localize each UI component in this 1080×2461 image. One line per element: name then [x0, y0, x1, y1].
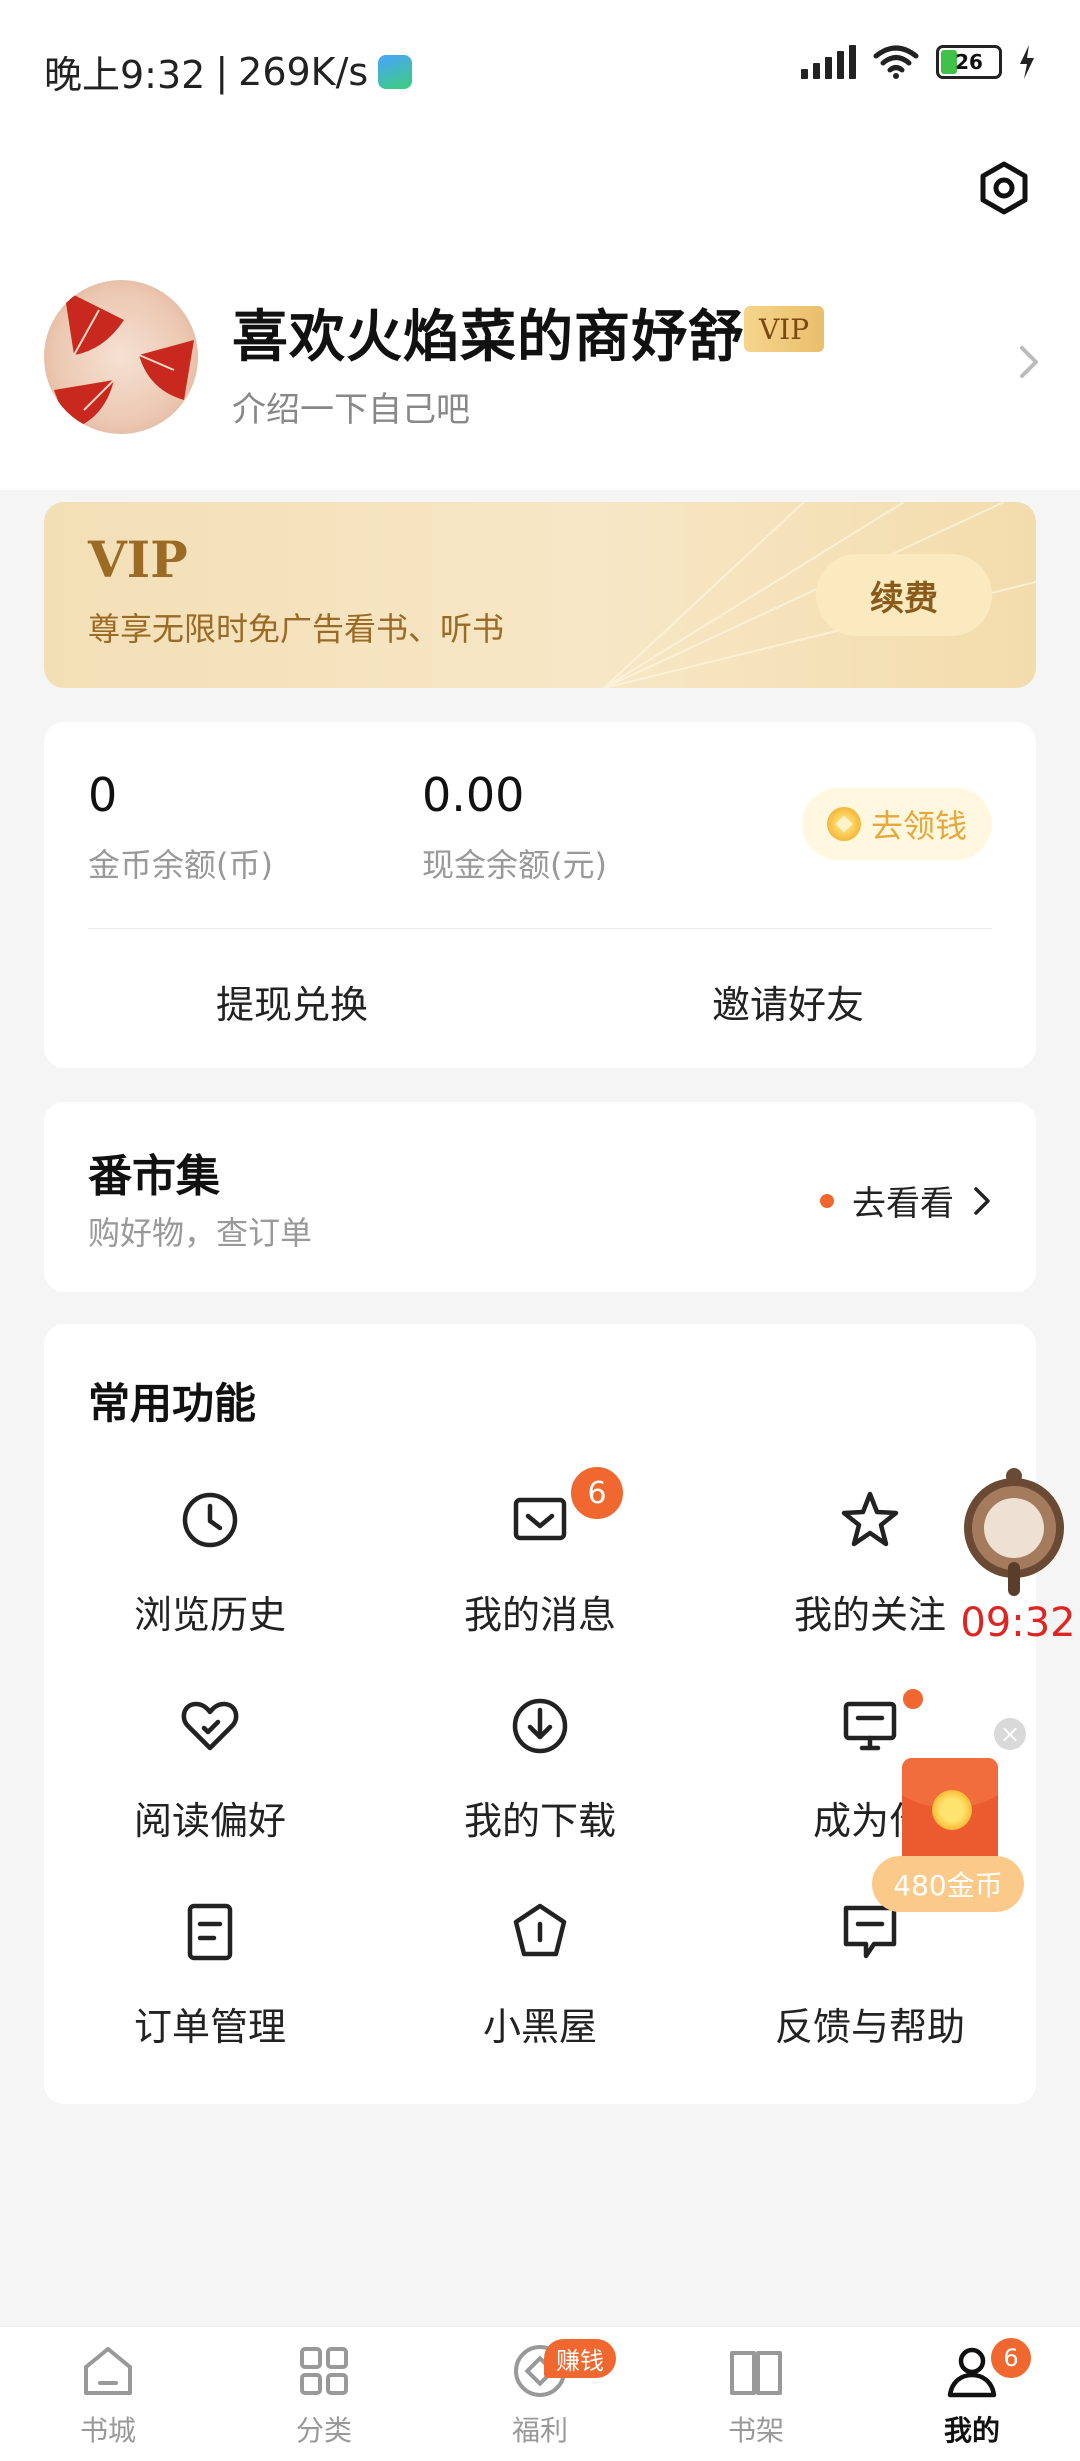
charging-icon: [1020, 45, 1034, 79]
invite-friends-button[interactable]: 邀请好友: [712, 974, 864, 1029]
nav-label: 书架: [727, 2414, 784, 2447]
cash-balance-label: 现金余额(元): [422, 846, 607, 884]
order-management-button[interactable]: 订单管理: [60, 1900, 360, 2070]
my-downloads-button[interactable]: 我的下载: [390, 1694, 690, 1864]
vip-banner-subtitle: 尊享无限时免广告看书、听书: [88, 610, 505, 648]
bio-text[interactable]: 介绍一下自己吧: [232, 382, 470, 431]
chevron-right-icon[interactable]: [1014, 342, 1044, 382]
download-icon: [512, 1698, 568, 1754]
mine-badge: 6: [988, 2335, 1034, 2381]
func-label: 订单管理: [133, 2005, 286, 2049]
market-subtitle: 购好物，查订单: [88, 1214, 313, 1252]
market-title: 番市集: [88, 1151, 220, 1202]
func-label: 浏览历史: [133, 1593, 286, 1637]
star-icon: [841, 1491, 899, 1547]
floating-timer-text[interactable]: 09:32: [956, 1600, 1080, 1646]
wallet-card: 0 金币余额(币) 0.00 现金余额(元) 去领钱 提现兑换 邀请好友: [44, 722, 1036, 1068]
claim-money-button[interactable]: 去领钱: [802, 788, 992, 860]
notification-dot: [900, 1686, 926, 1712]
coin-balance-value[interactable]: 0: [88, 768, 117, 822]
earn-badge: 赚钱: [544, 2339, 616, 2378]
gallery-app-icon: [378, 54, 413, 89]
document-icon: [187, 1903, 233, 1961]
wallet-divider: [88, 928, 992, 929]
clock-icon: [182, 1492, 238, 1548]
pentagon-icon: [513, 1903, 567, 1957]
floating-teapot-widget[interactable]: [956, 1462, 1068, 1602]
functions-title: 常用功能: [88, 1379, 257, 1428]
cellular-signal-icon: [801, 45, 856, 79]
red-packet-widget[interactable]: ×: [870, 1718, 1030, 1878]
status-network-speed: 269K/s: [238, 49, 369, 94]
nav-item-bookshelf[interactable]: 书架: [686, 2341, 826, 2461]
home-icon: [84, 2347, 132, 2395]
grid-icon: [300, 2347, 348, 2395]
market-card[interactable]: 番市集 购好物，查订单 去看看: [44, 1102, 1036, 1292]
username[interactable]: 喜欢火焰菜的商妤舒: [232, 292, 745, 373]
cash-balance-value[interactable]: 0.00: [422, 768, 524, 822]
vip-banner-title: VIP: [88, 530, 188, 589]
renew-button[interactable]: 续费: [816, 554, 992, 636]
status-left: 晚上9:32 | 269K/s: [44, 44, 413, 99]
func-label: 我的消息: [463, 1593, 616, 1637]
avatar[interactable]: [44, 280, 198, 434]
nav-item-bookstore[interactable]: 书城: [38, 2341, 178, 2461]
func-label: 我的下载: [463, 1799, 616, 1843]
close-icon[interactable]: ×: [994, 1718, 1026, 1750]
my-messages-button[interactable]: 6 我的消息: [390, 1464, 690, 1658]
status-right: 26: [801, 44, 1036, 80]
market-go-label: 去看看: [852, 1184, 954, 1224]
browse-history-button[interactable]: 浏览历史: [60, 1488, 360, 1658]
coin-icon: [932, 1790, 972, 1830]
coin-balance-label: 金币余额(币): [88, 846, 273, 884]
red-packet-reward[interactable]: 480金币: [872, 1856, 1024, 1912]
market-go-link[interactable]: 去看看: [820, 1176, 992, 1225]
avatar-fan-pattern: [54, 290, 194, 430]
feedback-help-button[interactable]: 反馈与帮助: [720, 1900, 1020, 2070]
claim-money-label: 去领钱: [870, 807, 967, 845]
wifi-icon: [873, 45, 919, 79]
status-divider: |: [215, 49, 229, 94]
functions-card: 常用功能 浏览历史 6 我的消息 我的关注 阅读偏好 我的下载 成为作 订单管理…: [44, 1324, 1036, 2104]
nav-item-mine[interactable]: 6 我的: [902, 2335, 1042, 2461]
status-bar: 晚上9:32 | 269K/s 26: [0, 0, 1080, 130]
nav-label: 福利: [511, 2414, 568, 2447]
reading-preference-button[interactable]: 阅读偏好: [60, 1694, 360, 1864]
profile-header: 喜欢火焰菜的商妤舒 VIP 介绍一下自己吧: [0, 130, 1080, 490]
nav-item-category[interactable]: 分类: [254, 2341, 394, 2461]
func-label: 反馈与帮助: [774, 2005, 965, 2049]
nav-item-welfare[interactable]: 赚钱 福利: [470, 2339, 616, 2461]
battery-level: 26: [955, 50, 983, 74]
message-icon: [513, 1497, 567, 1541]
heart-check-icon: [181, 1701, 239, 1751]
nav-label: 分类: [295, 2414, 352, 2447]
blacklist-button[interactable]: 小黑屋: [390, 1900, 690, 2070]
book-icon: [730, 2351, 782, 2395]
messages-badge: 6: [568, 1464, 626, 1522]
vip-banner[interactable]: VIP 尊享无限时免广告看书、听书 续费: [44, 502, 1036, 688]
bottom-nav: 书城 分类 赚钱 福利 书架 6 我的: [0, 2326, 1080, 2461]
coin-icon: [826, 807, 861, 841]
settings-icon[interactable]: [976, 160, 1032, 216]
vip-tag: VIP: [744, 306, 824, 352]
status-time: 晚上9:32: [44, 53, 206, 97]
func-label: 阅读偏好: [133, 1799, 286, 1843]
chevron-right-icon: [974, 1186, 990, 1215]
nav-label: 书城: [79, 2414, 136, 2447]
func-label: 小黑屋: [482, 2005, 597, 2049]
nav-label: 我的: [943, 2414, 1000, 2447]
notification-dot: [820, 1193, 834, 1208]
battery-icon: 26: [936, 45, 1002, 79]
withdraw-exchange-button[interactable]: 提现兑换: [216, 974, 368, 1029]
